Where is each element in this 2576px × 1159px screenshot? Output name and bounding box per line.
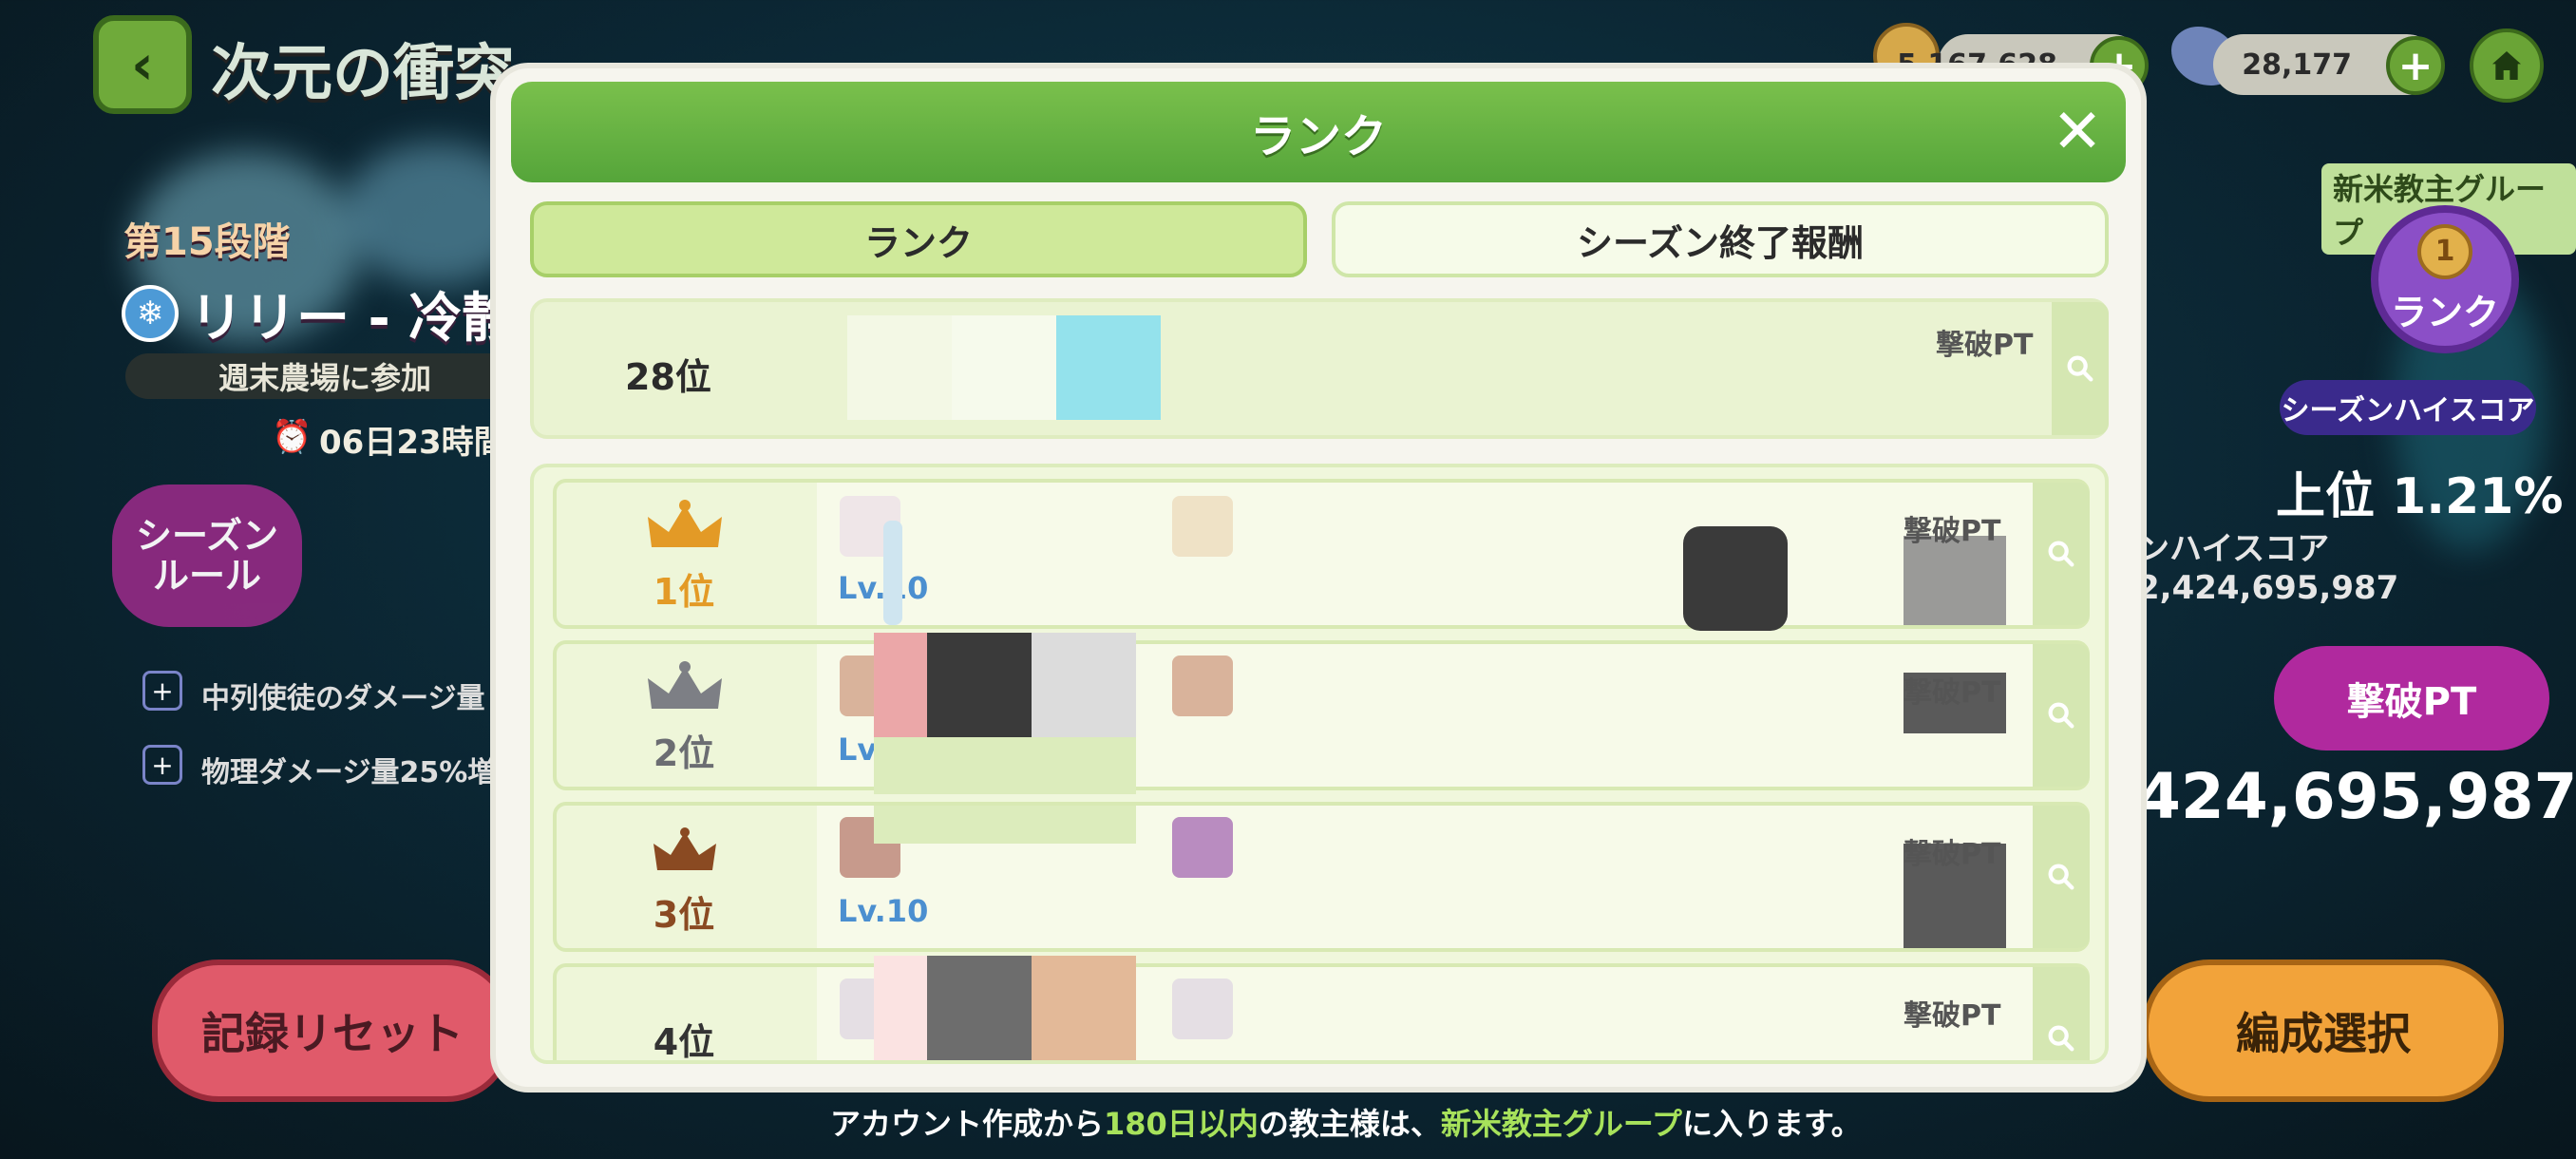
- tab-rank[interactable]: ランク: [530, 201, 1307, 277]
- avatar: [1032, 633, 1136, 737]
- search-icon: [2048, 1025, 2074, 1052]
- avatar: [927, 956, 1032, 1060]
- info-text-part: の教主様は、: [1258, 1106, 1441, 1142]
- add-gem-button[interactable]: +: [2386, 36, 2445, 95]
- row-content: [817, 483, 2033, 625]
- avatar: [883, 521, 902, 625]
- search-icon: [2048, 864, 2074, 890]
- avatar: [874, 956, 927, 1060]
- chevron-left-icon: ‹: [131, 32, 154, 97]
- search-button[interactable]: [2052, 302, 2109, 435]
- info-highlight: 新米教主グループ: [1440, 1106, 1682, 1142]
- my-rank: 28位: [625, 356, 711, 398]
- avatar: [847, 315, 952, 420]
- avatar: [927, 633, 1032, 737]
- plus-icon: +: [142, 671, 182, 711]
- ranking-row[interactable]: 2位 Lv.9 撃破PT: [553, 633, 2090, 794]
- avatar: [1683, 526, 1788, 631]
- tab-season-reward[interactable]: シーズン終了報酬: [1332, 201, 2109, 277]
- search-icon: [2048, 541, 2074, 567]
- home-icon: [2492, 51, 2521, 80]
- search-button[interactable]: [2033, 483, 2090, 625]
- season-rule-label: シーズン ルール: [135, 515, 279, 597]
- rank-label: 1位: [653, 571, 715, 613]
- rank-label: 3位: [653, 894, 715, 936]
- weekly-banner: 週末農場に参加: [125, 353, 524, 399]
- plus-icon: +: [142, 745, 182, 785]
- back-button[interactable]: ‹: [93, 15, 192, 114]
- snowflake-icon: ❄: [122, 285, 179, 342]
- rank-modal: ランク ✕ ランク シーズン終了報酬 28位 撃破PT 1位 Lv.10 撃破P…: [496, 68, 2141, 1087]
- bronze-crown-icon: [653, 827, 716, 870]
- avatar: [1172, 496, 1233, 557]
- info-highlight: 180日以内: [1104, 1106, 1259, 1142]
- search-button[interactable]: [2033, 644, 2090, 787]
- close-icon: ✕: [2052, 97, 2103, 167]
- avatar: [1032, 956, 1136, 1060]
- search-icon: [2067, 355, 2093, 382]
- search-button[interactable]: [2033, 806, 2090, 948]
- modal-title: ランク: [1249, 110, 1387, 163]
- ranking-row[interactable]: 1位 Lv.10 撃破PT: [553, 479, 2090, 631]
- gekiha-pt-badge: 撃破PT: [2274, 646, 2549, 750]
- info-text-part: アカウント作成から: [830, 1106, 1105, 1142]
- pt-label: 撃破PT: [1904, 676, 2001, 710]
- avatar: [1056, 315, 1161, 420]
- pt-label: 撃破PT: [1904, 838, 2001, 871]
- season-rule-button[interactable]: シーズン ルール: [112, 484, 302, 627]
- ranking-row[interactable]: 4位 撃破PT: [553, 956, 2090, 1063]
- info-text-part: に入ります。: [1681, 1106, 1862, 1142]
- modal-header: ランク: [511, 82, 2126, 182]
- gold-crown-icon: [648, 500, 722, 547]
- avatar: [1172, 817, 1233, 878]
- avatar: [874, 737, 1136, 794]
- ranking-row[interactable]: 3位 Lv.10 撃破PT: [553, 802, 2090, 952]
- avatar: [1172, 656, 1233, 716]
- avatar: [1172, 978, 1233, 1039]
- medal-label: ランク: [2390, 291, 2499, 333]
- rule-item: 中列使徒のダメージ量: [201, 682, 485, 715]
- medal-coin-icon: 1: [2417, 223, 2472, 279]
- search-button[interactable]: [2033, 967, 2090, 1060]
- avatar: [952, 315, 1056, 420]
- home-button[interactable]: [2470, 28, 2544, 103]
- my-rank-row: 28位 撃破PT: [530, 298, 2109, 439]
- alarm-clock-icon: ⏰: [272, 418, 313, 456]
- current-score: 424,695,987: [2137, 760, 2576, 833]
- avatar: [874, 806, 1136, 844]
- ranking-list: 1位 Lv.10 撃破PT 2位 Lv.9 撃破PT: [530, 464, 2109, 1064]
- top-percent: 上位 1.21%: [2276, 468, 2564, 525]
- rank-label: 2位: [653, 732, 715, 774]
- rank-medal[interactable]: 1 ランク: [2371, 205, 2519, 353]
- remaining-time: 06日23時間: [319, 424, 506, 462]
- pt-label: 撃破PT: [1904, 515, 2001, 548]
- high-score-line: ンハイスコア2,424,695,987: [2137, 530, 2399, 607]
- silver-crown-icon: [648, 661, 722, 709]
- level-label: Lv.10: [838, 893, 929, 929]
- close-button[interactable]: ✕: [2044, 99, 2111, 165]
- boss-name: リリー - 冷静: [190, 288, 516, 350]
- rule-item: 物理ダメージ量25%増: [201, 756, 497, 789]
- avatar: [1904, 536, 2006, 625]
- season-high-score-badge: シーズンハイスコア: [2280, 380, 2536, 435]
- formation-select-button[interactable]: 編成選択: [2143, 960, 2504, 1102]
- stage-label: 第15段階: [123, 220, 291, 264]
- rank-label: 4位: [653, 1021, 715, 1063]
- info-text: アカウント作成から180日以内の教主様は、新米教主グループに入ります。: [830, 1100, 1862, 1144]
- pt-label: 撃破PT: [1904, 999, 2001, 1033]
- page-title: 次元の衝突: [211, 39, 515, 109]
- pt-label: 撃破PT: [1936, 329, 2034, 362]
- avatar: [874, 633, 927, 737]
- record-reset-button[interactable]: 記録リセット: [152, 960, 513, 1102]
- search-icon: [2048, 702, 2074, 729]
